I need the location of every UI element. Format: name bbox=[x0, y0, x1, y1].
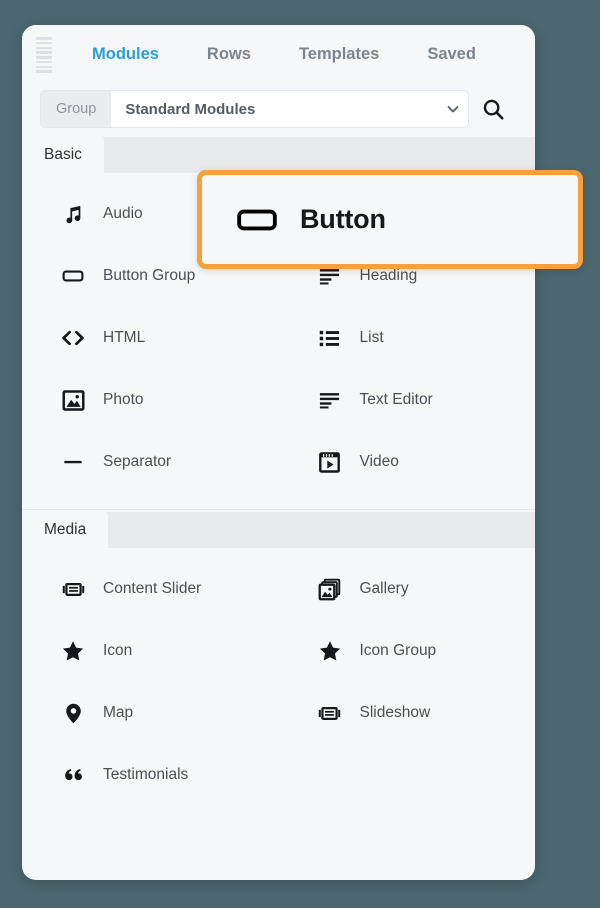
module-item-photo[interactable]: Photo bbox=[22, 369, 279, 431]
tab-list: Modules Rows Templates Saved bbox=[68, 39, 500, 70]
module-item-slideshow[interactable]: Slideshow bbox=[279, 682, 536, 744]
module-item-icon-group[interactable]: Icon Group bbox=[279, 620, 536, 682]
module-item-content-slider[interactable]: Content Slider bbox=[22, 558, 279, 620]
module-item-video[interactable]: Video bbox=[279, 431, 536, 493]
photo-icon bbox=[60, 387, 86, 413]
highlighted-module-label: Button bbox=[300, 204, 386, 234]
module-item-label: Gallery bbox=[359, 580, 409, 597]
section-header-basic: Basic bbox=[22, 137, 535, 173]
button-icon bbox=[60, 263, 86, 289]
module-item-label: Video bbox=[359, 453, 399, 470]
panel-header: Modules Rows Templates Saved bbox=[22, 25, 535, 83]
chevron-down-icon[interactable] bbox=[438, 101, 468, 117]
quote-marks-icon bbox=[60, 762, 86, 788]
module-item-separator[interactable]: Separator bbox=[22, 431, 279, 493]
group-select[interactable]: Group Standard Modules bbox=[40, 90, 469, 128]
group-select-label: Group bbox=[41, 91, 112, 127]
text-editor-icon bbox=[317, 387, 343, 413]
tab-modules[interactable]: Modules bbox=[68, 39, 183, 70]
highlighted-module-button[interactable]: Button bbox=[197, 170, 583, 269]
module-item-label: Testimonials bbox=[103, 766, 189, 783]
module-item-label: Audio bbox=[103, 205, 143, 222]
filter-bar: Group Standard Modules bbox=[22, 83, 535, 135]
module-item-label: Button Group bbox=[103, 267, 196, 284]
module-item-label: Content Slider bbox=[103, 580, 202, 597]
module-item-html[interactable]: HTML bbox=[22, 307, 279, 369]
section-header-media: Media bbox=[22, 512, 535, 548]
module-item-label: Separator bbox=[103, 453, 172, 470]
module-item-label: List bbox=[359, 329, 384, 346]
star-icon bbox=[60, 638, 86, 664]
module-grid-media: Content Slider Gallery Icon Icon Group M… bbox=[22, 548, 535, 820]
module-item-text-editor[interactable]: Text Editor bbox=[279, 369, 536, 431]
module-item-label: Slideshow bbox=[359, 704, 431, 721]
search-icon[interactable] bbox=[469, 90, 517, 128]
group-select-value: Standard Modules bbox=[125, 100, 256, 118]
module-item-label: Heading bbox=[359, 267, 418, 284]
star-icon bbox=[317, 638, 343, 664]
button-icon bbox=[235, 198, 279, 242]
bullet-list-icon bbox=[317, 325, 343, 351]
music-note-icon bbox=[60, 201, 86, 227]
section-tab-basic-label[interactable]: Basic bbox=[22, 137, 104, 173]
content-slider-icon bbox=[60, 576, 86, 602]
tab-templates[interactable]: Templates bbox=[275, 39, 403, 70]
module-item-label: Photo bbox=[103, 391, 144, 408]
tab-rows[interactable]: Rows bbox=[183, 39, 275, 70]
module-item-label: HTML bbox=[103, 329, 146, 346]
module-picker-panel: Modules Rows Templates Saved Group Stand… bbox=[22, 25, 535, 880]
module-item-label: Map bbox=[103, 704, 134, 721]
screen: Modules Rows Templates Saved Group Stand… bbox=[0, 0, 600, 908]
module-item-label: Icon Group bbox=[359, 642, 437, 659]
gallery-icon bbox=[317, 576, 343, 602]
code-brackets-icon bbox=[60, 325, 86, 351]
module-item-map[interactable]: Map bbox=[22, 682, 279, 744]
module-item-label: Text Editor bbox=[359, 391, 433, 408]
map-pin-icon bbox=[60, 700, 86, 726]
video-icon bbox=[317, 449, 343, 475]
separator-dash-icon bbox=[60, 449, 86, 475]
module-item-icon[interactable]: Icon bbox=[22, 620, 279, 682]
module-item-testimonials[interactable]: Testimonials bbox=[22, 744, 279, 806]
tab-saved[interactable]: Saved bbox=[403, 39, 500, 70]
grip-lines-icon[interactable] bbox=[36, 37, 52, 73]
module-item-gallery[interactable]: Gallery bbox=[279, 558, 536, 620]
content-slider-icon bbox=[317, 700, 343, 726]
section-divider bbox=[22, 509, 535, 510]
module-item-label: Icon bbox=[103, 642, 133, 659]
section-tab-media-label[interactable]: Media bbox=[22, 512, 109, 548]
module-item-list[interactable]: List bbox=[279, 307, 536, 369]
